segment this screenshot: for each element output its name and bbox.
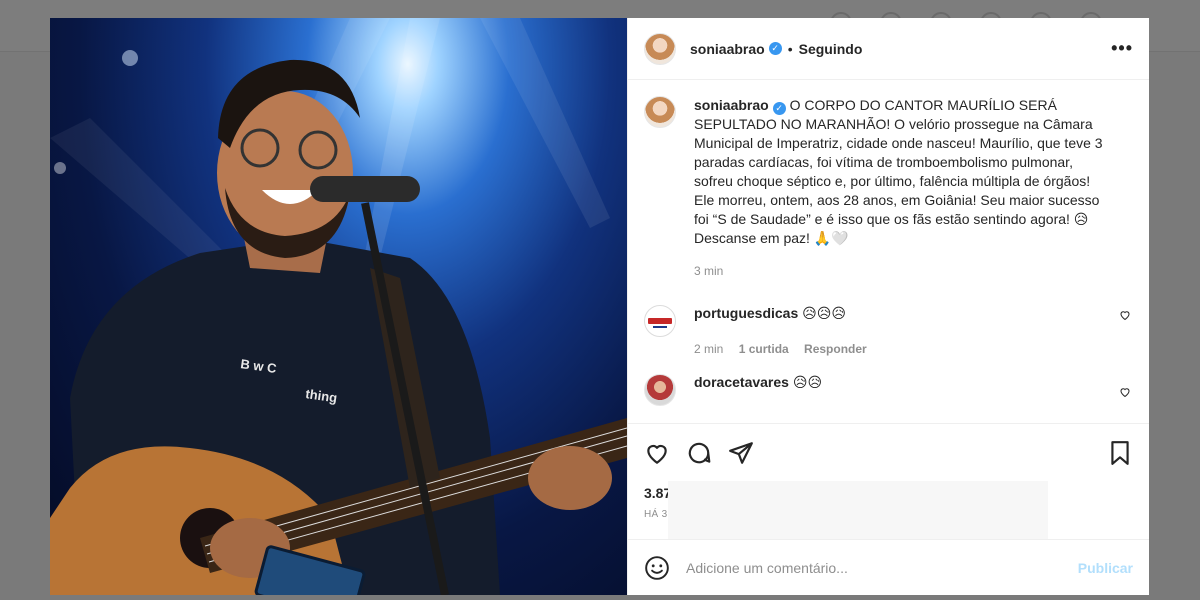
header-separator: • [787,40,793,57]
caption-body: soniaabrao ✓ O CORPO DO CANTOR MAURÍLIO S… [694,96,1114,281]
emoji-icon[interactable] [644,555,670,581]
comment-input[interactable] [686,559,1078,576]
following-button[interactable]: Seguindo [799,41,863,57]
more-options-icon[interactable]: ••• [1111,38,1133,59]
comment-avatar[interactable] [644,374,676,406]
stage-light [54,162,66,174]
comment-avatar[interactable] [644,305,676,337]
author-avatar[interactable] [644,32,676,65]
post-side-panel: soniaabrao ✓ • Seguindo ••• soniaabrao ✓ … [627,18,1149,595]
verified-icon: ✓ [768,42,782,55]
comment-like-heart-icon[interactable] [1119,386,1131,398]
caption-avatar[interactable] [644,96,676,128]
comment-time[interactable]: 2 min [694,342,723,356]
light-ray [480,18,610,228]
bookmark-icon[interactable] [1107,440,1133,466]
comment-item: portuguesdicas 😥😥😥 2 min 1 curtida Respo… [644,305,1133,356]
verified-icon: ✓ [772,102,786,115]
comment-text: 😥😥 [792,374,823,390]
comment-body: portuguesdicas 😥😥😥 2 min 1 curtida Respo… [694,305,1133,356]
fretting-hand [528,446,612,510]
comment-meta: 2 min 1 curtida Responder [694,342,1133,356]
post-actions [628,423,1149,481]
comment-username[interactable]: portuguesdicas [694,305,798,321]
comment-likes[interactable]: 1 curtida [739,342,789,356]
caption: soniaabrao ✓ O CORPO DO CANTOR MAURÍLIO S… [644,96,1133,281]
comment-username[interactable]: doracetavares [694,374,789,390]
reply-button[interactable]: Responder [804,342,867,356]
comments-section[interactable]: soniaabrao ✓ O CORPO DO CANTOR MAURÍLIO S… [628,80,1149,423]
post-stats: 3.87 HÁ 3 [628,481,1149,553]
caption-username[interactable]: soniaabrao [694,97,769,113]
comment-item: doracetavares 😥😥 [644,374,1133,406]
light-ray [365,18,440,258]
publish-button[interactable]: Publicar [1078,560,1133,576]
stage-light [122,50,138,66]
post-photo[interactable]: B w C thing [50,18,627,595]
comment-like-heart-icon[interactable] [1119,309,1131,321]
add-comment-bar: Publicar [628,539,1149,595]
caption-text: O CORPO DO CANTOR MAURÍLIO SERÁ SEPULTAD… [694,97,1103,246]
comment-icon[interactable] [686,440,712,466]
author-username[interactable]: soniaabrao [690,41,765,57]
comment-text: 😥😥😥 [802,305,846,321]
heart-icon[interactable] [644,440,670,466]
caption-time[interactable]: 3 min [694,262,1114,281]
share-icon[interactable] [728,440,754,466]
comment-body: doracetavares 😥😥 [694,374,1133,391]
microphone [310,176,420,202]
post-header: soniaabrao ✓ • Seguindo ••• [628,18,1149,80]
singer-photo-illustration: B w C thing [50,18,627,595]
post-modal: B w C thing soniaabrao ✓ • Seguindo ••• … [50,18,1149,595]
